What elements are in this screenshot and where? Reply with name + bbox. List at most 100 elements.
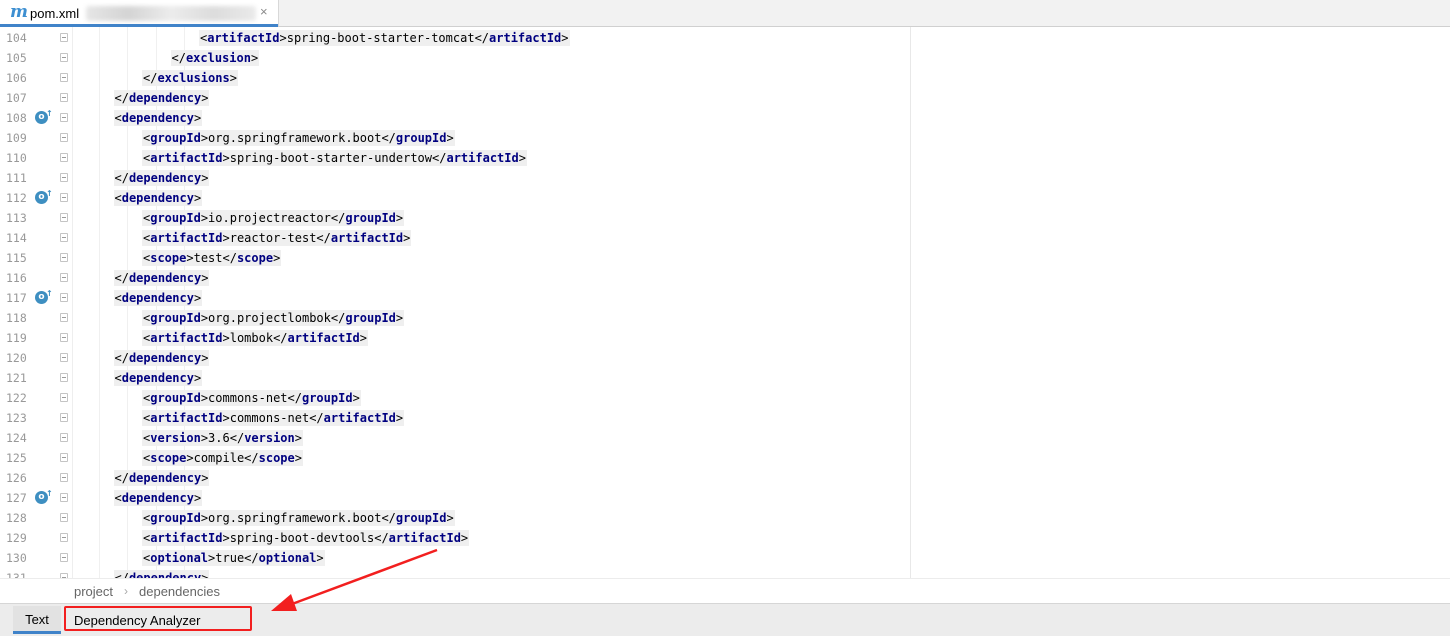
xml-element: <artifactId>spring-boot-devtools</artifa…	[142, 530, 470, 546]
override-dependency-icon[interactable]: o	[35, 287, 53, 304]
line-number: 129	[6, 531, 27, 545]
code-line[interactable]: 105 </exclusion>	[0, 48, 1450, 68]
xml-element: <groupId>io.projectreactor</groupId>	[142, 210, 405, 226]
fold-marker-icon[interactable]	[60, 553, 68, 562]
xml-element: </dependency>	[113, 90, 210, 106]
code-editor[interactable]: 104 <artifactId>spring-boot-starter-tomca…	[0, 27, 1450, 578]
xml-element: </exclusions>	[142, 70, 238, 86]
blurred-tab-path	[86, 6, 256, 21]
fold-marker-icon[interactable]	[60, 313, 68, 322]
fold-marker-icon[interactable]	[60, 413, 68, 422]
xml-element: </dependency>	[113, 570, 210, 578]
fold-marker-icon[interactable]	[60, 493, 68, 502]
xml-element: <artifactId>reactor-test</artifactId>	[142, 230, 412, 246]
tab-pom-xml[interactable]: m pom.xml ×	[0, 0, 279, 27]
line-number: 111	[6, 171, 27, 185]
fold-marker-icon[interactable]	[60, 333, 68, 342]
code-line[interactable]: 128 <groupId>org.springframework.boot</gr…	[0, 508, 1450, 528]
override-dependency-icon[interactable]: o	[35, 107, 53, 124]
fold-marker-icon[interactable]	[60, 53, 68, 62]
override-dependency-icon[interactable]: o	[35, 187, 53, 204]
line-number: 113	[6, 211, 27, 225]
xml-element: <optional>true</optional>	[142, 550, 325, 566]
code-line[interactable]: 119 <artifactId>lombok</artifactId>	[0, 328, 1450, 348]
line-number: 114	[6, 231, 27, 245]
code-line[interactable]: 110 <artifactId>spring-boot-starter-under…	[0, 148, 1450, 168]
code-line[interactable]: 115 <scope>test</scope>	[0, 248, 1450, 268]
fold-marker-icon[interactable]	[60, 393, 68, 402]
fold-marker-icon[interactable]	[60, 153, 68, 162]
code-line[interactable]: 108 o <dependency>	[0, 107, 1450, 128]
code-line[interactable]: 125 <scope>compile</scope>	[0, 448, 1450, 468]
close-icon[interactable]: ×	[260, 5, 268, 19]
code-line[interactable]: 121 <dependency>	[0, 368, 1450, 388]
xml-element: <groupId>commons-net</groupId>	[142, 390, 361, 406]
fold-marker-icon[interactable]	[60, 193, 68, 202]
maven-file-icon: m	[10, 2, 28, 22]
fold-marker-icon[interactable]	[60, 73, 68, 82]
code-line[interactable]: 109 <groupId>org.springframework.boot</gr…	[0, 128, 1450, 148]
fold-marker-icon[interactable]	[60, 233, 68, 242]
breadcrumb-item-dependencies[interactable]: dependencies	[139, 584, 220, 599]
xml-element: <groupId>org.projectlombok</groupId>	[142, 310, 405, 326]
tab-text[interactable]: Text	[13, 606, 61, 634]
line-number: 117	[6, 291, 27, 305]
code-line[interactable]: 126 </dependency>	[0, 468, 1450, 488]
fold-marker-icon[interactable]	[60, 353, 68, 362]
code-line[interactable]: 118 <groupId>org.projectlombok</groupId>	[0, 308, 1450, 328]
line-number: 130	[6, 551, 27, 565]
xml-element: <version>3.6</version>	[142, 430, 303, 446]
fold-marker-icon[interactable]	[60, 273, 68, 282]
line-number: 116	[6, 271, 27, 285]
code-line[interactable]: 106 </exclusions>	[0, 68, 1450, 88]
fold-marker-icon[interactable]	[60, 113, 68, 122]
line-number: 119	[6, 331, 27, 345]
xml-element: <scope>compile</scope>	[142, 450, 303, 466]
code-line[interactable]: 124 <version>3.6</version>	[0, 428, 1450, 448]
fold-marker-icon[interactable]	[60, 173, 68, 182]
code-line[interactable]: 114 <artifactId>reactor-test</artifactId>	[0, 228, 1450, 248]
fold-marker-icon[interactable]	[60, 373, 68, 382]
code-line[interactable]: 104 <artifactId>spring-boot-starter-tomca…	[0, 28, 1450, 48]
xml-element: <artifactId>commons-net</artifactId>	[142, 410, 405, 426]
code-line[interactable]: 122 <groupId>commons-net</groupId>	[0, 388, 1450, 408]
code-line[interactable]: 129 <artifactId>spring-boot-devtools</art…	[0, 528, 1450, 548]
xml-element: <artifactId>spring-boot-starter-tomcat</…	[199, 30, 570, 46]
fold-marker-icon[interactable]	[60, 213, 68, 222]
fold-marker-icon[interactable]	[60, 33, 68, 42]
line-number: 123	[6, 411, 27, 425]
fold-marker-icon[interactable]	[60, 253, 68, 262]
code-line[interactable]: 123 <artifactId>commons-net</artifactId>	[0, 408, 1450, 428]
code-line[interactable]: 120 </dependency>	[0, 348, 1450, 368]
override-dependency-icon[interactable]: o	[35, 487, 53, 504]
code-line[interactable]: 107 </dependency>	[0, 88, 1450, 108]
xml-element: <dependency>	[113, 490, 203, 506]
fold-marker-icon[interactable]	[60, 433, 68, 442]
line-number: 108	[6, 111, 27, 125]
tab-dependency-analyzer[interactable]: Dependency Analyzer	[64, 606, 252, 631]
xml-element: </dependency>	[113, 470, 210, 486]
code-line[interactable]: 117 o <dependency>	[0, 287, 1450, 308]
fold-marker-icon[interactable]	[60, 453, 68, 462]
code-line[interactable]: 116 </dependency>	[0, 268, 1450, 288]
code-line[interactable]: 111 </dependency>	[0, 168, 1450, 188]
line-number: 112	[6, 191, 27, 205]
code-line[interactable]: 113 <groupId>io.projectreactor</groupId>	[0, 208, 1450, 228]
code-line[interactable]: 131 </dependency>	[0, 568, 1450, 578]
fold-marker-icon[interactable]	[60, 513, 68, 522]
fold-marker-icon[interactable]	[60, 473, 68, 482]
breadcrumb-separator-icon: ›	[124, 584, 128, 598]
code-line[interactable]: 112 o <dependency>	[0, 187, 1450, 208]
line-number: 106	[6, 71, 27, 85]
code-line[interactable]: 127 o <dependency>	[0, 487, 1450, 508]
line-number: 125	[6, 451, 27, 465]
bottom-tab-bar: Text Dependency Analyzer	[0, 603, 1450, 636]
fold-marker-icon[interactable]	[60, 93, 68, 102]
fold-marker-icon[interactable]	[60, 293, 68, 302]
code-line[interactable]: 130 <optional>true</optional>	[0, 548, 1450, 568]
fold-marker-icon[interactable]	[60, 133, 68, 142]
fold-marker-icon[interactable]	[60, 533, 68, 542]
line-number: 126	[6, 471, 27, 485]
breadcrumb-item-project[interactable]: project	[74, 584, 113, 599]
line-number: 128	[6, 511, 27, 525]
